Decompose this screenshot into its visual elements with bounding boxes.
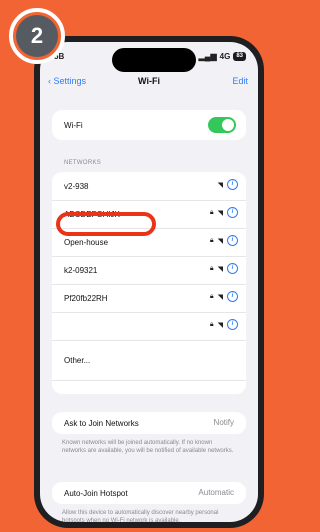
lock-icon: 🔒︎ bbox=[209, 264, 214, 272]
network-name: Open-house bbox=[64, 238, 109, 247]
auto-join-description: Allow this device to automatically disco… bbox=[62, 510, 219, 522]
nav-bar: ‹ Settings Wi-Fi Edit bbox=[40, 76, 258, 96]
phone-screen: 5B ▂▄▆ 4G 83 ‹ Settings Wi-Fi Edit Wi-Fi… bbox=[40, 42, 258, 522]
network-name: v2-938 bbox=[64, 182, 89, 191]
edit-button[interactable]: Edit bbox=[232, 76, 248, 86]
signal-icon: ▂▄▆ bbox=[198, 52, 217, 61]
wifi-signal-icon: ◥ bbox=[217, 293, 223, 301]
network-row[interactable]: k2-09321 🔒︎ ◥ i bbox=[52, 256, 246, 285]
lock-icon: 🔒︎ bbox=[209, 320, 214, 328]
wifi-label: Wi-Fi bbox=[64, 121, 83, 130]
auto-join-label: Auto-Join Hotspot bbox=[64, 489, 128, 498]
network-name: k2-09321 bbox=[64, 266, 98, 275]
networks-header: NETWORKS bbox=[64, 160, 102, 166]
auto-join-value: Automatic bbox=[198, 488, 234, 497]
status-bar: 5B ▂▄▆ 4G 83 bbox=[40, 50, 258, 66]
wifi-signal-icon: ◥ bbox=[217, 181, 223, 189]
lock-icon: 🔒︎ bbox=[209, 208, 214, 216]
info-icon[interactable]: i bbox=[227, 263, 238, 274]
status-right: ▂▄▆ 4G 83 bbox=[199, 52, 246, 61]
other-network-row[interactable]: Other... bbox=[52, 340, 246, 381]
lock-icon: 🔒︎ bbox=[209, 292, 214, 300]
wifi-toggle-row: Wi-Fi bbox=[52, 110, 246, 140]
step-number: 2 bbox=[16, 15, 58, 57]
wifi-signal-icon: ◥ bbox=[217, 265, 223, 273]
auto-join-row[interactable]: Auto-Join Hotspot Automatic bbox=[52, 482, 246, 504]
info-icon[interactable]: i bbox=[227, 319, 238, 330]
page-title: Wi-Fi bbox=[138, 76, 160, 86]
wifi-signal-icon: ◥ bbox=[217, 209, 223, 217]
wifi-signal-icon: ◥ bbox=[217, 321, 223, 329]
info-icon[interactable]: i bbox=[227, 207, 238, 218]
toggle-knob bbox=[222, 119, 234, 131]
lock-icon: 🔒︎ bbox=[209, 236, 214, 244]
ask-join-label: Ask to Join Networks bbox=[64, 419, 139, 428]
ask-join-description: Known networks will be joined automatica… bbox=[62, 440, 234, 454]
battery-icon: 83 bbox=[233, 52, 246, 61]
network-row[interactable]: Pf20fb22RH 🔒︎ ◥ i bbox=[52, 284, 246, 313]
info-icon[interactable]: i bbox=[227, 179, 238, 190]
ask-join-row[interactable]: Ask to Join Networks Notify bbox=[52, 412, 246, 434]
info-icon[interactable]: i bbox=[227, 235, 238, 246]
network-type: 4G bbox=[219, 52, 231, 61]
info-icon[interactable]: i bbox=[227, 291, 238, 302]
phone-frame: 5B ▂▄▆ 4G 83 ‹ Settings Wi-Fi Edit Wi-Fi… bbox=[34, 36, 264, 528]
ask-join-value: Notify bbox=[213, 418, 234, 427]
wifi-signal-icon: ◥ bbox=[217, 237, 223, 245]
networks-list: v2-938 ◥ i ABCDEFGHIJK 🔒︎ ◥ i Open-house… bbox=[52, 172, 246, 394]
network-name: Pf20fb22RH bbox=[64, 294, 108, 303]
other-label: Other... bbox=[64, 356, 91, 365]
network-row[interactable]: v2-938 ◥ i bbox=[52, 172, 246, 201]
wifi-toggle[interactable] bbox=[208, 117, 236, 133]
network-row[interactable]: 🔒︎ ◥ i bbox=[52, 312, 246, 341]
highlight-circle bbox=[56, 212, 156, 236]
step-badge: 2 bbox=[9, 8, 65, 64]
